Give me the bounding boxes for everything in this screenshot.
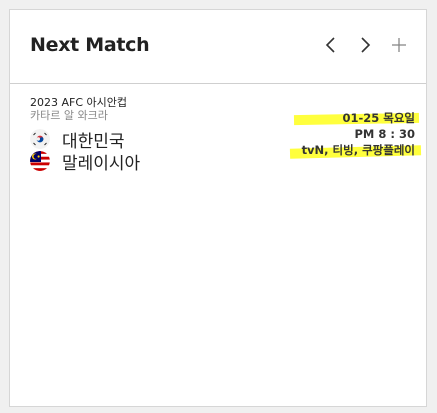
match-date: 01-25 목요일 xyxy=(342,111,415,125)
add-button[interactable] xyxy=(382,32,416,58)
match-time: PM 8 : 30 xyxy=(354,127,416,141)
broadcast-line: tvN, 티빙, 쿠팡플레이 xyxy=(302,142,415,158)
match-info: 01-25 목요일 PM 8 : 30 tvN, 티빙, 쿠팡플레이 xyxy=(302,110,415,158)
away-team-name: 말레이시아 xyxy=(62,153,141,174)
malaysia-flag-icon xyxy=(30,151,50,171)
match-time-line: PM 8 : 30 xyxy=(302,126,416,142)
broadcast-channels: tvN, 티빙, 쿠팡플레이 xyxy=(301,143,415,157)
plus-icon xyxy=(392,38,406,52)
next-match-card: Next Match 2023 AFC 아시안컵 카타르 알 와크라 대한민국 … xyxy=(9,9,427,407)
header-controls xyxy=(314,32,416,58)
card-title: Next Match xyxy=(30,34,150,56)
league-name: 2023 AFC 아시안컵 xyxy=(30,96,127,109)
match-date-line: 01-25 목요일 xyxy=(302,110,415,126)
next-button[interactable] xyxy=(348,32,382,58)
card-header: Next Match xyxy=(10,10,426,84)
korea-flag-icon xyxy=(30,129,50,149)
previous-button[interactable] xyxy=(314,32,348,58)
chevron-left-icon xyxy=(325,37,335,53)
chevron-right-icon xyxy=(361,37,371,53)
